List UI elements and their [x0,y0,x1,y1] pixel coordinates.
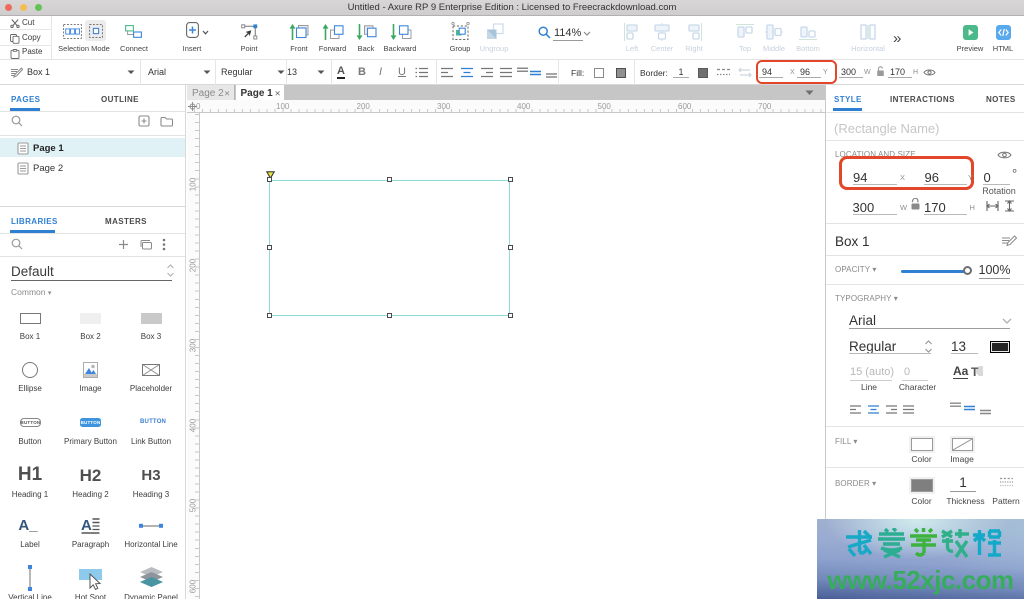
svg-text:A: A [81,517,92,534]
svg-text:T: T [971,365,979,378]
